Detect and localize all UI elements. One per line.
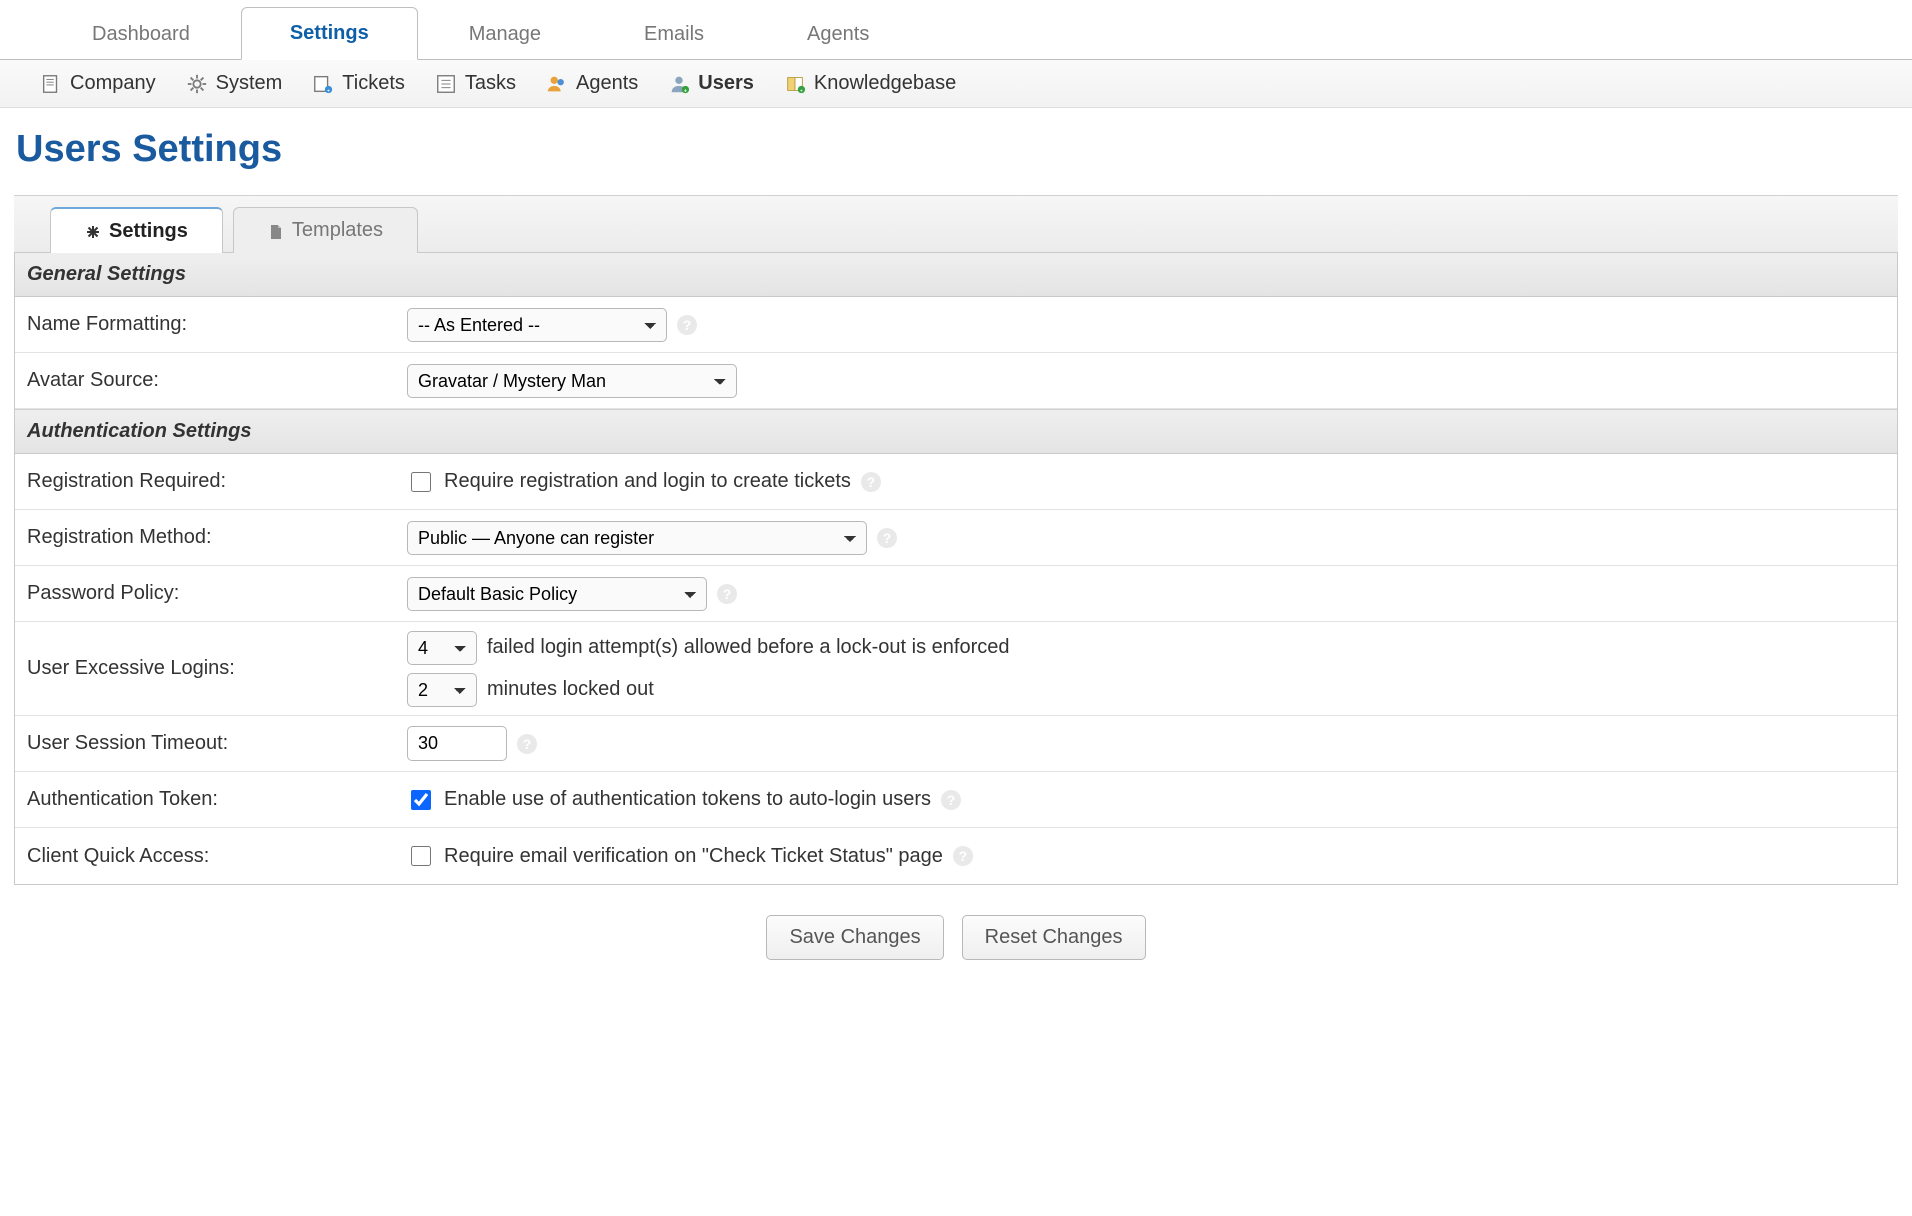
text-login-attempts: failed login attempt(s) allowed before a…: [487, 636, 1010, 659]
tasks-icon: [435, 73, 457, 95]
topnav-tab-manage[interactable]: Manage: [417, 9, 593, 60]
row-name-formatting: Name Formatting: -- As Entered -- ?: [15, 297, 1897, 353]
agents-icon: [546, 73, 568, 95]
select-registration-method[interactable]: Public — Anyone can register: [407, 521, 867, 555]
subnav-label: Agents: [576, 72, 638, 95]
page-title: Users Settings: [0, 108, 1912, 195]
topnav-tab-agents[interactable]: Agents: [755, 9, 921, 60]
content-tab-label: Settings: [109, 220, 188, 243]
topnav-tab-dashboard[interactable]: Dashboard: [40, 9, 242, 60]
text-quick-access: Require email verification on "Check Tic…: [444, 845, 943, 868]
subnav-users[interactable]: + Users: [668, 72, 754, 95]
select-lock-minutes[interactable]: 2: [407, 673, 477, 707]
label-registration-required: Registration Required:: [15, 458, 395, 505]
svg-text:+: +: [800, 88, 803, 94]
subnav-label: Tickets: [342, 72, 405, 95]
help-icon[interactable]: ?: [717, 584, 737, 604]
row-avatar-source: Avatar Source: Gravatar / Mystery Man: [15, 353, 1897, 409]
checkbox-quick-access[interactable]: [411, 846, 431, 866]
text-lock-minutes: minutes locked out: [487, 678, 654, 701]
book-icon: +: [784, 73, 806, 95]
label-excessive-logins: User Excessive Logins:: [15, 645, 395, 692]
top-nav: Dashboard Settings Manage Emails Agents: [0, 0, 1912, 60]
row-excessive-logins: User Excessive Logins: 4 failed login at…: [15, 622, 1897, 716]
button-row: Save Changes Reset Changes: [0, 885, 1912, 1020]
help-icon[interactable]: ?: [877, 528, 897, 548]
asterisk-icon: [85, 223, 101, 239]
row-password-policy: Password Policy: Default Basic Policy ?: [15, 566, 1897, 622]
subnav-knowledgebase[interactable]: + Knowledgebase: [784, 72, 956, 95]
help-icon[interactable]: ?: [953, 846, 973, 866]
label-registration-method: Registration Method:: [15, 514, 395, 561]
label-password-policy: Password Policy:: [15, 570, 395, 617]
help-icon[interactable]: ?: [941, 790, 961, 810]
label-session-timeout: User Session Timeout:: [15, 720, 395, 767]
svg-text:+: +: [327, 88, 330, 94]
row-registration-method: Registration Method: Public — Anyone can…: [15, 510, 1897, 566]
label-name-formatting: Name Formatting:: [15, 301, 395, 348]
content-tab-settings[interactable]: Settings: [50, 207, 223, 253]
topnav-tab-settings[interactable]: Settings: [241, 7, 418, 60]
user-icon: +: [668, 73, 690, 95]
section-header-general: General Settings: [15, 253, 1897, 297]
subnav-label: System: [216, 72, 283, 95]
section-header-auth: Authentication Settings: [15, 409, 1897, 454]
help-icon[interactable]: ?: [861, 472, 881, 492]
label-avatar-source: Avatar Source:: [15, 357, 395, 404]
subnav-company[interactable]: Company: [40, 72, 156, 95]
help-icon[interactable]: ?: [677, 315, 697, 335]
subnav-tasks[interactable]: Tasks: [435, 72, 516, 95]
select-password-policy[interactable]: Default Basic Policy: [407, 577, 707, 611]
label-quick-access: Client Quick Access:: [15, 833, 395, 880]
reset-button[interactable]: Reset Changes: [962, 915, 1146, 960]
content-tabs: Settings Templates: [14, 195, 1898, 253]
settings-form: General Settings Name Formatting: -- As …: [14, 253, 1898, 885]
topnav-tab-emails[interactable]: Emails: [592, 9, 756, 60]
row-session-timeout: User Session Timeout: ?: [15, 716, 1897, 772]
sub-nav: Company System + Tickets Tasks Agents + …: [0, 60, 1912, 108]
gear-icon: [186, 73, 208, 95]
company-icon: [40, 73, 62, 95]
save-button[interactable]: Save Changes: [766, 915, 943, 960]
ticket-icon: +: [312, 73, 334, 95]
subnav-label: Users: [698, 72, 754, 95]
content-tab-label: Templates: [292, 219, 383, 242]
checkbox-registration-required[interactable]: [411, 472, 431, 492]
subnav-label: Knowledgebase: [814, 72, 956, 95]
subnav-label: Tasks: [465, 72, 516, 95]
text-registration-required: Require registration and login to create…: [444, 470, 851, 493]
select-avatar-source[interactable]: Gravatar / Mystery Man: [407, 364, 737, 398]
input-session-timeout[interactable]: [407, 726, 507, 761]
subnav-label: Company: [70, 72, 156, 95]
subnav-system[interactable]: System: [186, 72, 283, 95]
row-quick-access: Client Quick Access: Require email verif…: [15, 828, 1897, 884]
select-name-formatting[interactable]: -- As Entered --: [407, 308, 667, 342]
text-auth-token: Enable use of authentication tokens to a…: [444, 788, 931, 811]
row-registration-required: Registration Required: Require registrat…: [15, 454, 1897, 510]
content-tab-templates[interactable]: Templates: [233, 207, 418, 253]
subnav-tickets[interactable]: + Tickets: [312, 72, 405, 95]
select-login-attempts[interactable]: 4: [407, 631, 477, 665]
subnav-agents[interactable]: Agents: [546, 72, 638, 95]
file-icon: [268, 223, 284, 239]
row-auth-token: Authentication Token: Enable use of auth…: [15, 772, 1897, 828]
help-icon[interactable]: ?: [517, 734, 537, 754]
label-auth-token: Authentication Token:: [15, 776, 395, 823]
checkbox-auth-token[interactable]: [411, 790, 431, 810]
svg-text:+: +: [684, 88, 687, 94]
